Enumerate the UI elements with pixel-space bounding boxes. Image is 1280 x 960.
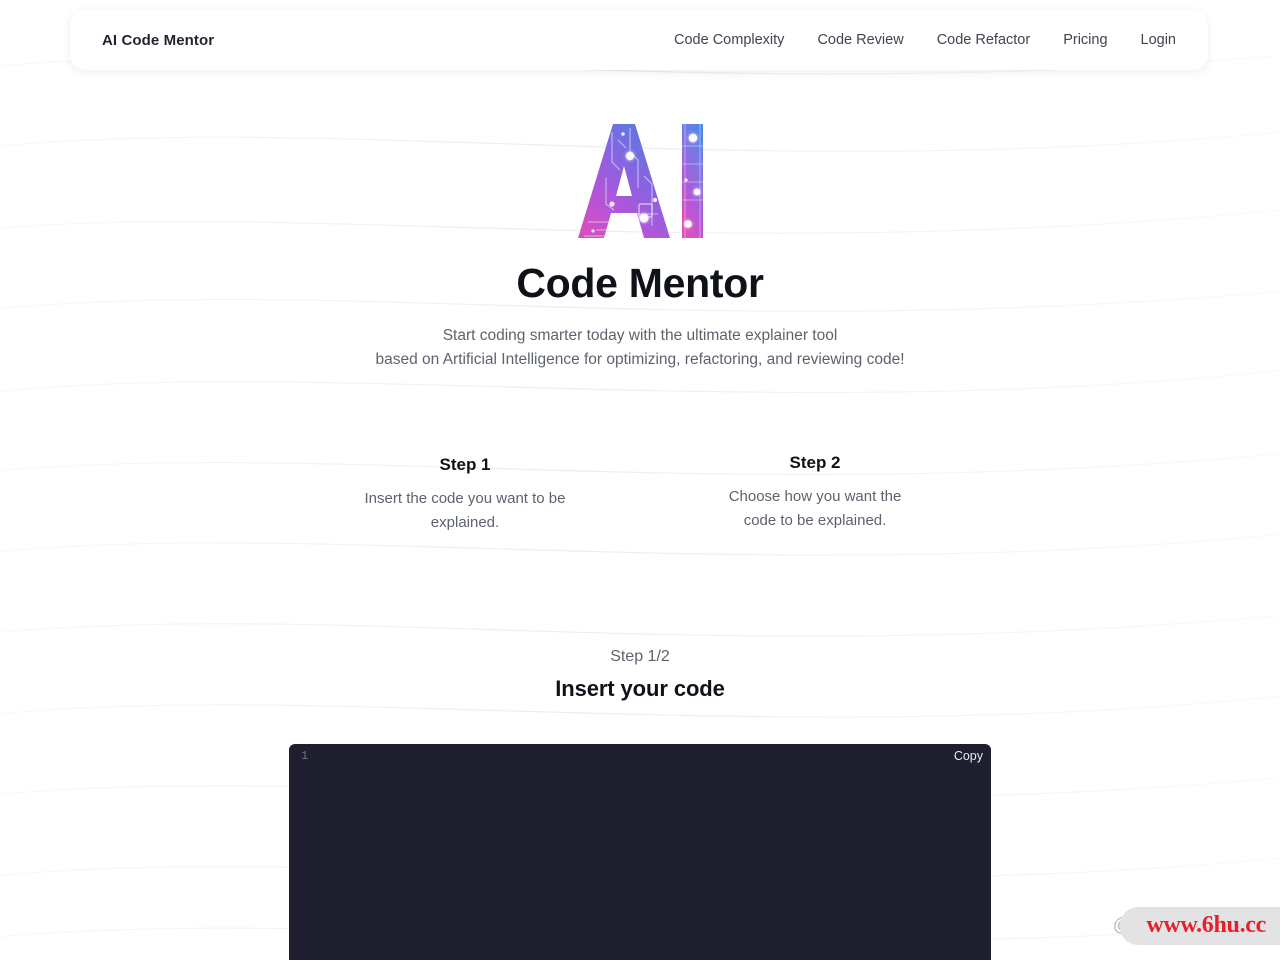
nav-link-login[interactable]: Login xyxy=(1141,32,1176,48)
site-header: AI Code Mentor Code Complexity Code Revi… xyxy=(70,10,1208,70)
step-2-desc-line-2: code to be explained. xyxy=(743,512,887,529)
editor-section-title: Insert your code xyxy=(555,676,725,701)
hero-subtitle-line-2: based on Artificial Intelligence for opt… xyxy=(375,351,905,369)
step-card-1: Step 1 Insert the code you want to be ex… xyxy=(325,455,605,535)
editor-toolbar: 1 Copy xyxy=(289,744,991,770)
step-2-desc-line-1: Choose how you want the xyxy=(728,488,902,505)
step-1-title: Step 1 xyxy=(439,455,491,474)
page-title: Code Mentor xyxy=(516,260,764,306)
code-input[interactable] xyxy=(289,770,991,960)
copy-button[interactable]: Copy xyxy=(954,749,983,763)
nav-link-code-review[interactable]: Code Review xyxy=(817,32,903,48)
step-2-description: Choose how you want the code to be expla… xyxy=(675,485,955,533)
step-1-desc-line-1: Insert the code you want to be xyxy=(364,490,566,507)
line-number-gutter: 1 xyxy=(301,749,309,763)
brand-logo-text[interactable]: AI Code Mentor xyxy=(102,32,214,49)
main-navigation: Code Complexity Code Review Code Refacto… xyxy=(674,32,1176,48)
watermark: @f www.6hu.cc xyxy=(1113,907,1280,945)
steps-section: Step 1 Insert the code you want to be ex… xyxy=(0,453,1280,535)
step-progress-label: Step 1/2 xyxy=(610,648,670,665)
step-2-title: Step 2 xyxy=(789,453,841,472)
hero-subtitle: Start coding smarter today with the ulti… xyxy=(0,324,1280,372)
step-1-description: Insert the code you want to be explained… xyxy=(325,487,605,535)
watermark-site: www.6hu.cc xyxy=(1120,907,1280,945)
hero-subtitle-line-1: Start coding smarter today with the ulti… xyxy=(442,327,838,345)
step-card-2: Step 2 Choose how you want the code to b… xyxy=(675,453,955,535)
nav-link-code-complexity[interactable]: Code Complexity xyxy=(674,32,784,48)
hero-section: Code Mentor Start coding smarter today w… xyxy=(0,110,1280,372)
step-1-desc-line-2: explained. xyxy=(430,514,500,531)
code-editor[interactable]: 1 Copy xyxy=(289,744,991,960)
nav-link-code-refactor[interactable]: Code Refactor xyxy=(937,32,1031,48)
nav-link-pricing[interactable]: Pricing xyxy=(1063,32,1107,48)
editor-heading-block: Step 1/2 Insert your code xyxy=(0,648,1280,702)
header-card: AI Code Mentor Code Complexity Code Revi… xyxy=(70,10,1208,70)
ai-logo-icon xyxy=(578,124,703,238)
